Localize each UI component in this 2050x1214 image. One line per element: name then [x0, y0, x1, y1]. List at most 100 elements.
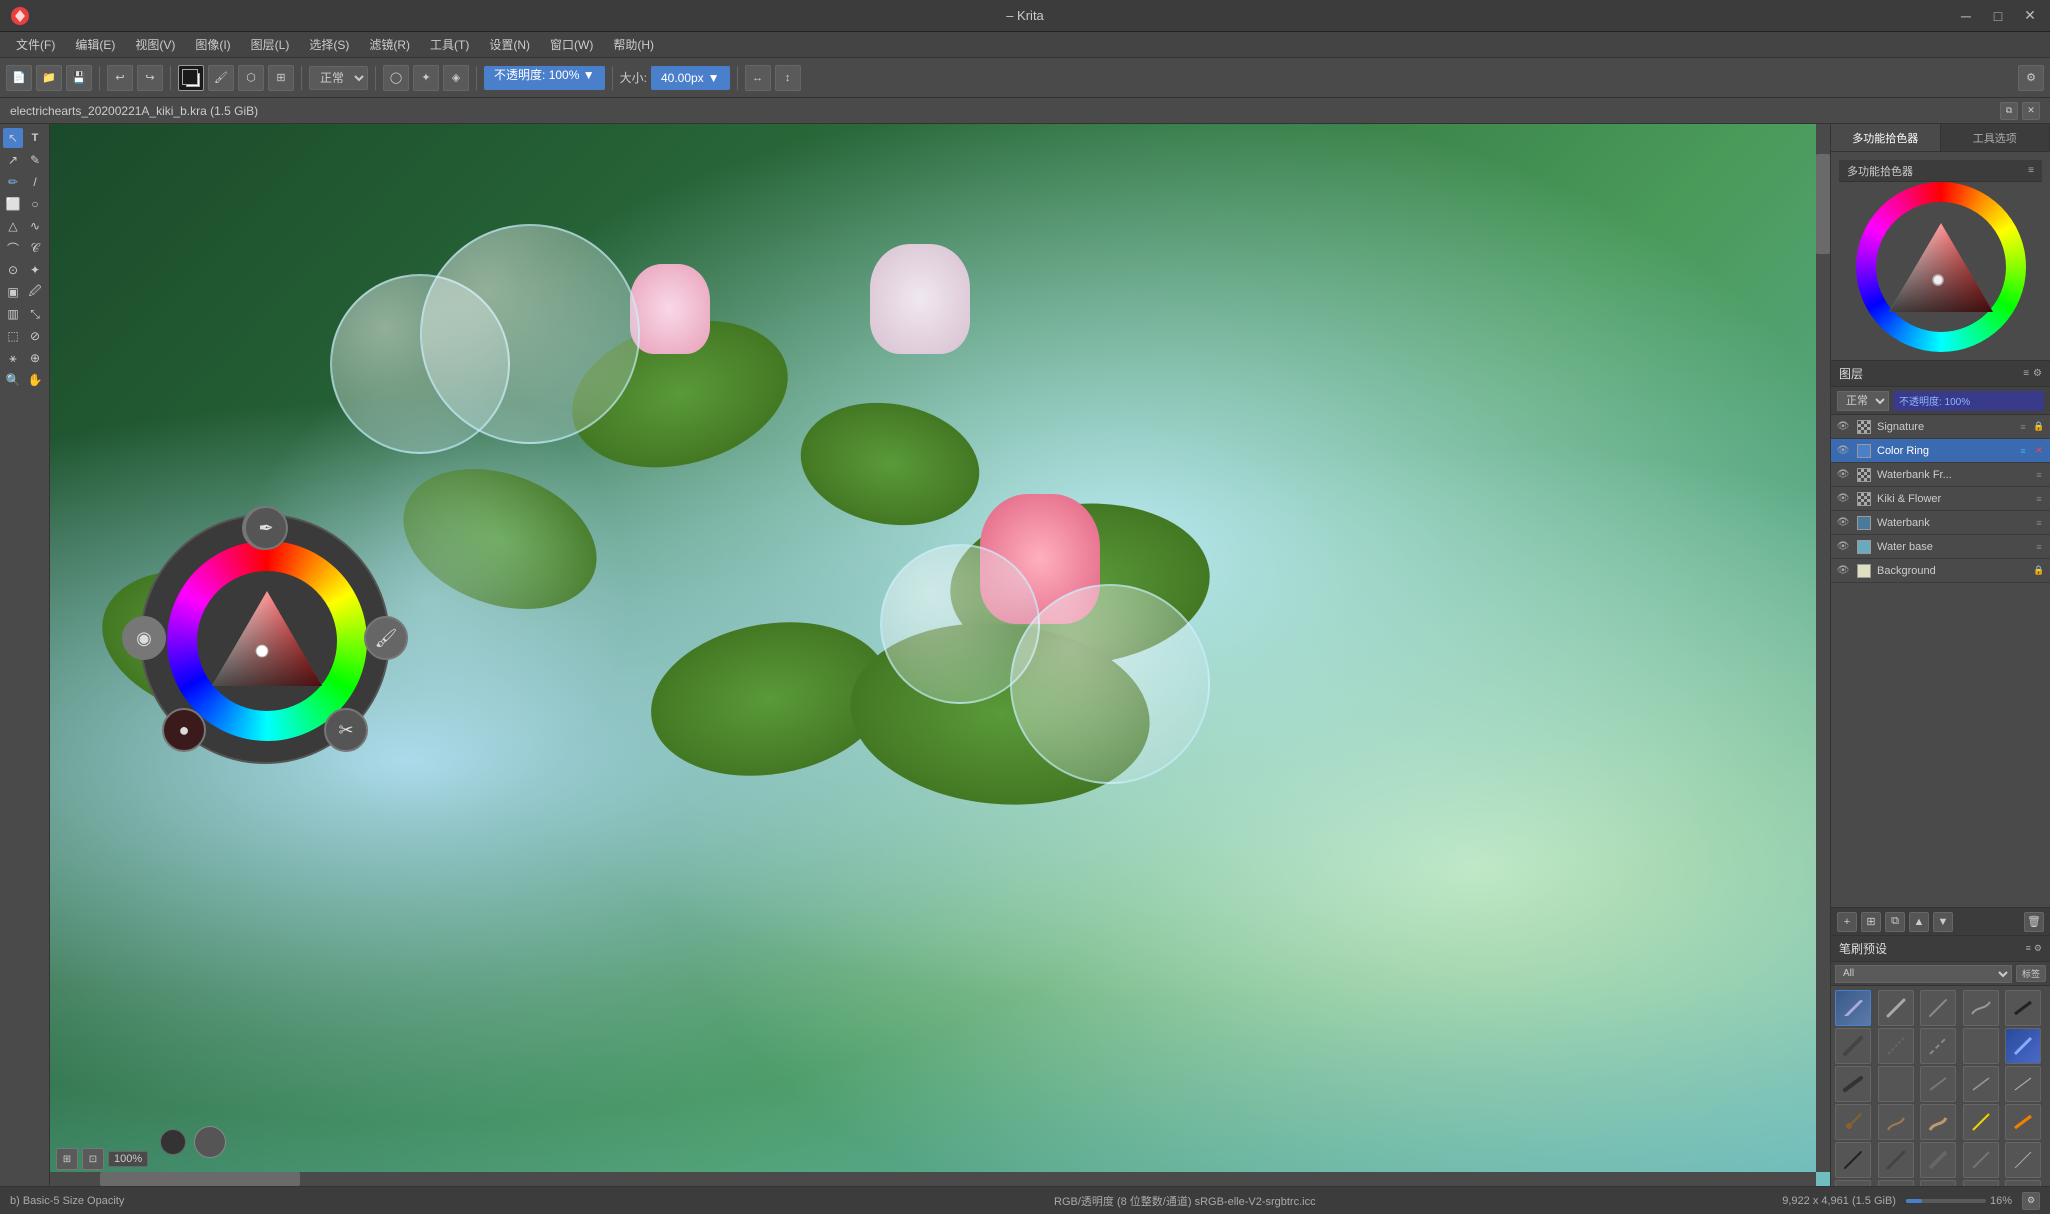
tool-smart-patch[interactable]: ⊙: [3, 260, 23, 280]
layers-menu-btn[interactable]: ≡: [2023, 368, 2029, 379]
tool-similar-select[interactable]: ⊕: [25, 348, 45, 368]
layer-color-ring[interactable]: 👁 Color Ring ≡ ✕: [1831, 439, 2050, 463]
tab-color-picker[interactable]: 多功能拾色器: [1831, 124, 1941, 151]
view-frame-btn[interactable]: ⊡: [82, 1148, 104, 1170]
brush-cell-12[interactable]: [1878, 1066, 1914, 1102]
menu-layer[interactable]: 图层(L): [243, 34, 298, 55]
toolbar-new[interactable]: 📄: [6, 65, 32, 91]
tool-transform[interactable]: ↗: [3, 150, 23, 170]
panel-close-btn[interactable]: ✕: [2022, 102, 2040, 120]
menu-file[interactable]: 文件(F): [8, 34, 63, 55]
minimize-button[interactable]: ─: [1956, 6, 1976, 26]
brush-preview-2[interactable]: ✒: [244, 506, 288, 550]
layer-water-base[interactable]: 👁 Water base ≡: [1831, 535, 2050, 559]
v-scrollbar[interactable]: [1816, 124, 1830, 1172]
toolbar-color-fg[interactable]: [178, 65, 204, 91]
tool-bezier[interactable]: ∿: [25, 216, 45, 236]
menu-view[interactable]: 视图(V): [127, 34, 183, 55]
toolbar-save[interactable]: 💾: [66, 65, 92, 91]
tool-polygon[interactable]: △: [3, 216, 23, 236]
brush-cell-27[interactable]: [1878, 1180, 1914, 1186]
layer-eye-background[interactable]: 👁: [1835, 563, 1851, 579]
brush-cell-11[interactable]: [1835, 1066, 1871, 1102]
toolbar-brush-mode[interactable]: 🖌: [208, 65, 234, 91]
tool-fill[interactable]: ▣: [3, 282, 23, 302]
tool-select[interactable]: ↖: [3, 128, 23, 148]
brush-cell-5[interactable]: [2005, 990, 2041, 1026]
layer-ctrl-waterbank[interactable]: ≡: [2032, 516, 2046, 530]
tool-crop[interactable]: ⤡: [25, 304, 45, 324]
toolbar-preserve-alpha[interactable]: ◈: [443, 65, 469, 91]
color-panel-arrow[interactable]: ≡: [2028, 165, 2034, 176]
layer-signature[interactable]: 👁 Signature ≡ 🔒: [1831, 415, 2050, 439]
layer-add-btn[interactable]: +: [1837, 912, 1857, 932]
brush-cell-14[interactable]: [1963, 1066, 1999, 1102]
brush-cell-22[interactable]: [1878, 1142, 1914, 1178]
tool-rect[interactable]: ⬜: [3, 194, 23, 214]
layer-lock-signature[interactable]: 🔒: [2032, 420, 2046, 434]
layer-ctrl-water-base[interactable]: ≡: [2032, 540, 2046, 554]
brush-cell-30[interactable]: [2005, 1180, 2041, 1186]
tool-rect-select[interactable]: ⬚: [3, 326, 23, 346]
toolbar-mirror-v[interactable]: ↕: [775, 65, 801, 91]
toolbar-eraser[interactable]: ◯: [383, 65, 409, 91]
brush-cell-1[interactable]: [1835, 990, 1871, 1026]
brush-cell-15[interactable]: [2005, 1066, 2041, 1102]
layer-ctrl-kiki-flower[interactable]: ≡: [2032, 492, 2046, 506]
toolbar-redo[interactable]: ↪: [137, 65, 163, 91]
h-scrollbar[interactable]: [50, 1172, 1816, 1186]
tool-brush[interactable]: ✏: [3, 172, 23, 192]
brush-cell-28[interactable]: [1920, 1180, 1956, 1186]
menu-image[interactable]: 图像(I): [187, 34, 238, 55]
layer-ctrl-waterbank-fr[interactable]: ≡: [2032, 468, 2046, 482]
panel-float-btn[interactable]: ⧉: [2000, 102, 2018, 120]
menu-help[interactable]: 帮助(H): [605, 34, 662, 55]
toolbar-open[interactable]: 📁: [36, 65, 62, 91]
menu-edit[interactable]: 编辑(E): [67, 34, 123, 55]
layer-kiki-flower[interactable]: 👁 Kiki & Flower ≡: [1831, 487, 2050, 511]
maximize-button[interactable]: □: [1988, 6, 2008, 26]
tool-clone[interactable]: ✦: [25, 260, 45, 280]
tool-contiguous-select[interactable]: ⚹: [3, 348, 23, 368]
brush-cell-19[interactable]: [1963, 1104, 1999, 1140]
layer-del-color-ring[interactable]: ✕: [2032, 444, 2046, 458]
brush-cell-10[interactable]: [2005, 1028, 2041, 1064]
brush-cell-24[interactable]: [1963, 1142, 1999, 1178]
brush-cell-26[interactable]: [1835, 1180, 1871, 1186]
layer-delete-btn[interactable]: 🗑: [2024, 912, 2044, 932]
menu-tools[interactable]: 工具(T): [422, 34, 477, 55]
tool-ellipse-select[interactable]: ⊘: [25, 326, 45, 346]
brush-panel-settings[interactable]: ⚙: [2034, 943, 2042, 954]
brush-panel-menu[interactable]: ≡: [2026, 943, 2031, 954]
brush-preview-5[interactable]: ●: [162, 708, 206, 752]
brush-tag-label[interactable]: 标签: [2016, 965, 2046, 982]
brush-cell-25[interactable]: [2005, 1142, 2041, 1178]
layer-lock-background[interactable]: 🔒: [2032, 564, 2046, 578]
tool-freehand[interactable]: ✎: [25, 150, 45, 170]
brush-cell-9[interactable]: [1963, 1028, 1999, 1064]
brush-preview-4[interactable]: ✂: [324, 708, 368, 752]
layer-move-up-btn[interactable]: ▲: [1909, 912, 1929, 932]
brush-cell-20[interactable]: [2005, 1104, 2041, 1140]
brush-cell-6[interactable]: [1835, 1028, 1871, 1064]
layer-waterbank-fr[interactable]: 👁 Waterbank Fr... ≡: [1831, 463, 2050, 487]
toolbar-wrap[interactable]: ⊞: [268, 65, 294, 91]
zoom-slider[interactable]: [1906, 1199, 1986, 1203]
popup-color-wheel[interactable]: ✏ ✒ 🖌 ✂ ● ◉: [140, 514, 390, 764]
brush-cell-7[interactable]: [1878, 1028, 1914, 1064]
toolbar-blend[interactable]: ⬡: [238, 65, 264, 91]
view-fit-btn[interactable]: ⊞: [56, 1148, 78, 1170]
brush-cell-21[interactable]: [1835, 1142, 1871, 1178]
brush-cell-16[interactable]: [1835, 1104, 1871, 1140]
layer-eye-kiki-flower[interactable]: 👁: [1835, 491, 1851, 507]
brush-preview-3[interactable]: 🖌: [364, 616, 408, 660]
brush-cell-13[interactable]: [1920, 1066, 1956, 1102]
menu-filter[interactable]: 滤镜(R): [361, 34, 418, 55]
layer-eye-color-ring[interactable]: 👁: [1835, 443, 1851, 459]
brush-filter-select[interactable]: All: [1835, 965, 2012, 983]
brush-cell-3[interactable]: [1920, 990, 1956, 1026]
tool-text[interactable]: T: [25, 128, 45, 148]
layers-settings-btn[interactable]: ⚙: [2033, 368, 2042, 379]
tool-zoom[interactable]: 🔍: [3, 370, 23, 390]
menu-window[interactable]: 窗口(W): [542, 34, 601, 55]
